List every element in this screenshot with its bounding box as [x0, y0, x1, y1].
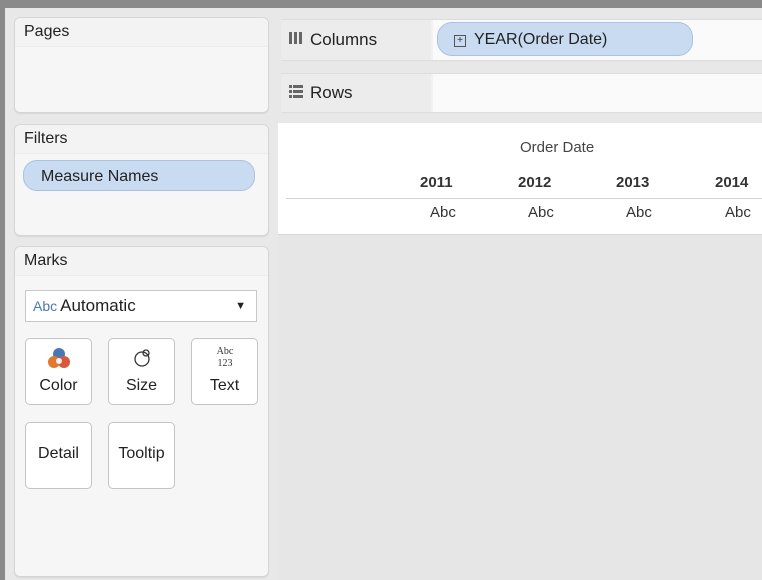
pages-card[interactable]: Pages — [14, 17, 269, 113]
header-divider — [286, 198, 762, 199]
column-header-order-date[interactable]: Order Date — [520, 139, 594, 156]
color-button-label: Color — [39, 377, 78, 394]
chevron-down-icon[interactable]: ▼ — [235, 291, 246, 321]
pages-title: Pages — [15, 18, 268, 47]
rows-drop-area[interactable] — [433, 74, 762, 112]
abc-123-icon: Abc 123 — [192, 343, 257, 369]
year-header[interactable]: 2012 — [518, 174, 551, 191]
table-cell[interactable]: Abc — [626, 204, 652, 221]
columns-label-text: Columns — [310, 30, 378, 49]
size-circles-icon — [109, 345, 174, 371]
color-circles-icon — [26, 345, 91, 371]
table-cell[interactable]: Abc — [430, 204, 456, 221]
window-frame-top — [0, 0, 762, 8]
column-pill-label: YEAR(Order Date) — [474, 31, 608, 48]
year-header[interactable]: 2013 — [616, 174, 649, 191]
text-button[interactable]: Abc 123 Text — [191, 338, 258, 405]
size-button[interactable]: Size — [108, 338, 175, 405]
filters-card[interactable]: Filters Measure Names — [14, 124, 269, 236]
columns-shelf-label: Columns — [281, 20, 431, 60]
tooltip-button[interactable]: Tooltip — [108, 422, 175, 489]
rows-shelf[interactable]: Rows — [281, 73, 762, 113]
view-table: Order Date 2011 2012 2013 2014 Abc Abc A… — [278, 123, 762, 235]
table-cell[interactable]: Abc — [528, 204, 554, 221]
rows-shelf-label: Rows — [281, 74, 431, 112]
mark-type-dropdown[interactable]: Abc Automatic ▼ — [25, 290, 257, 322]
marks-card: Marks Abc Automatic ▼ Color Size Abc 123… — [14, 246, 269, 577]
marks-title: Marks — [15, 247, 268, 276]
detail-button-label: Detail — [38, 445, 79, 462]
expand-plus-icon[interactable]: + — [454, 35, 466, 47]
detail-button[interactable]: Detail — [25, 422, 92, 489]
color-button[interactable]: Color — [25, 338, 92, 405]
year-header[interactable]: 2014 — [715, 174, 748, 191]
svg-text:Abc: Abc — [216, 346, 233, 357]
mark-type-value: Automatic — [60, 296, 136, 315]
rows-icon — [288, 75, 304, 113]
filters-title: Filters — [15, 125, 268, 154]
text-button-label: Text — [209, 377, 240, 394]
column-pill-year-order-date[interactable]: + YEAR(Order Date) — [437, 22, 693, 56]
abc-icon: Abc — [33, 298, 58, 314]
svg-text:123: 123 — [217, 358, 232, 369]
view-canvas[interactable]: Order Date 2011 2012 2013 2014 Abc Abc A… — [278, 123, 762, 580]
tooltip-button-label: Tooltip — [118, 445, 165, 462]
filter-pill-measure-names[interactable]: Measure Names — [23, 160, 255, 191]
columns-icon — [288, 21, 304, 61]
rows-label-text: Rows — [310, 83, 353, 102]
size-button-label: Size — [125, 377, 158, 394]
table-cell[interactable]: Abc — [725, 204, 751, 221]
year-header[interactable]: 2011 — [420, 174, 453, 191]
window-frame-left — [0, 0, 5, 580]
